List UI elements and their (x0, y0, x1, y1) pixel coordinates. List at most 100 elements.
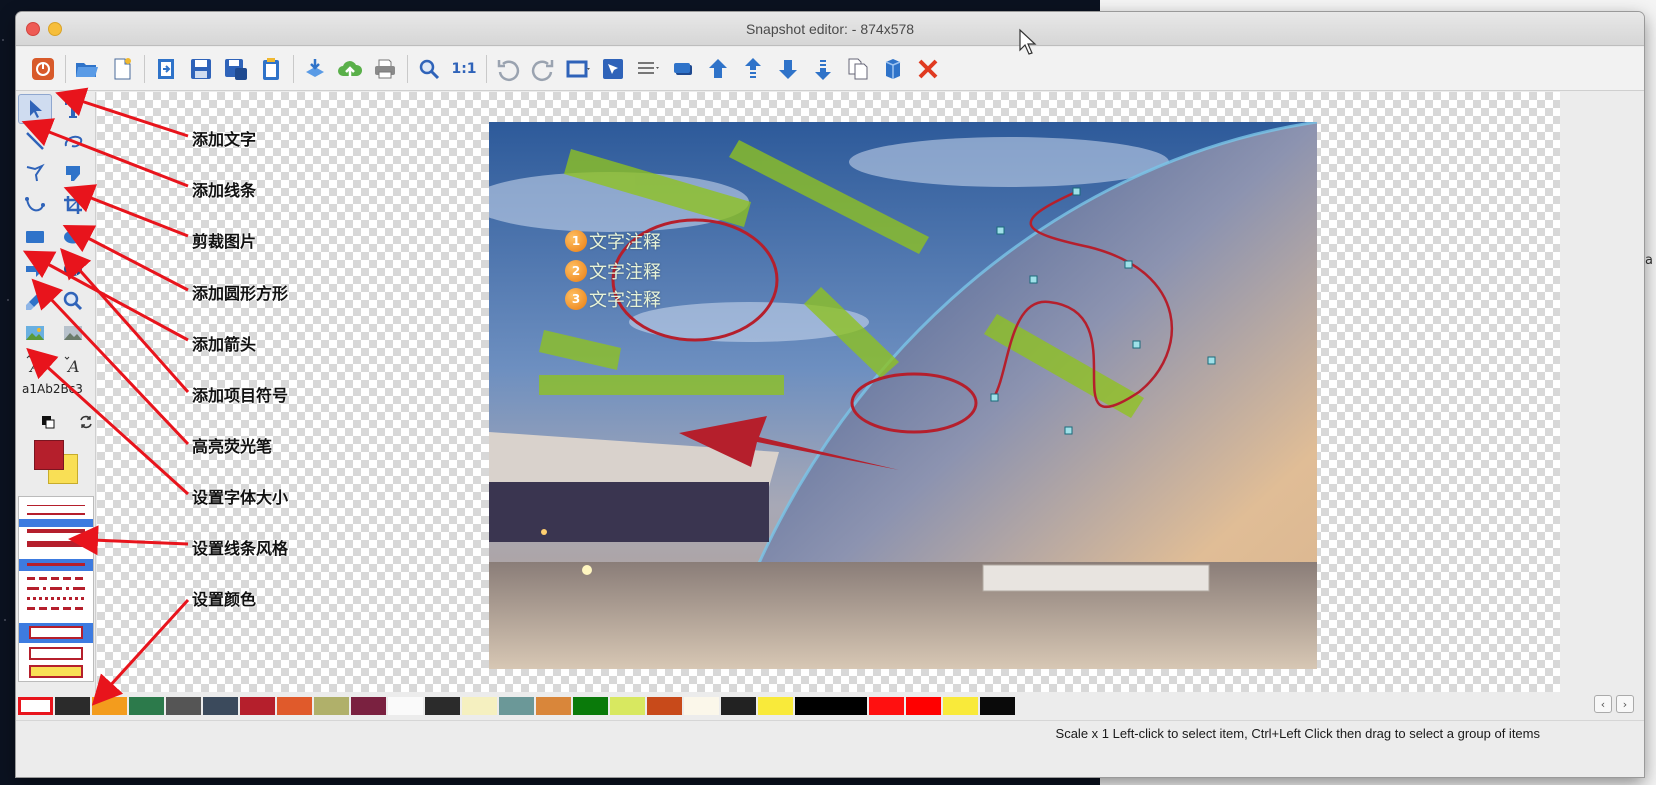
numbered-bullet-tool[interactable] (56, 254, 90, 284)
swap-rotate-icon[interactable] (78, 414, 94, 430)
delete-button[interactable] (911, 52, 945, 86)
rectangle-tool[interactable] (18, 222, 52, 252)
actual-size-button[interactable]: 1:1 (447, 52, 481, 86)
zoom-button[interactable] (412, 52, 446, 86)
select-tool[interactable] (18, 94, 52, 124)
line-width-option[interactable] (27, 513, 85, 515)
line-style-dashed[interactable] (27, 577, 85, 580)
fill-style-outline-selected[interactable] (19, 623, 93, 643)
text-tool[interactable] (56, 94, 90, 124)
select-region-button[interactable] (596, 52, 630, 86)
align-lines-icon (638, 61, 659, 74)
snapshot-image[interactable] (489, 122, 1317, 669)
color-swatch[interactable] (240, 697, 275, 715)
color-swatch[interactable] (499, 697, 534, 715)
redo-icon (531, 59, 554, 81)
ellipse-tool[interactable] (56, 222, 90, 252)
image-tool[interactable] (18, 318, 52, 348)
color-swatch[interactable] (684, 697, 719, 715)
image-blur-tool[interactable] (56, 318, 90, 348)
frame-button[interactable] (561, 52, 595, 86)
swatch-next-button[interactable]: › (1616, 695, 1634, 713)
save-button[interactable] (184, 52, 218, 86)
line-tool[interactable] (18, 126, 52, 156)
line-style-dash-dot[interactable] (27, 587, 85, 590)
fill-style-outline[interactable] (29, 626, 83, 639)
color-swatch[interactable] (277, 697, 312, 715)
line-width-option[interactable] (27, 541, 85, 547)
color-swatch[interactable] (18, 697, 53, 715)
line-style-solid-selected[interactable] (19, 559, 93, 571)
align-button[interactable] (631, 52, 665, 86)
redo-button[interactable] (526, 52, 560, 86)
fill-style-outline-alt[interactable] (29, 647, 83, 660)
print-button[interactable] (368, 52, 402, 86)
font-increase-tool[interactable]: A (18, 350, 52, 380)
line-style-long-dash[interactable] (27, 607, 85, 610)
open-button[interactable] (70, 52, 104, 86)
color-swatch[interactable] (203, 697, 238, 715)
crop-tool[interactable] (56, 190, 90, 220)
color-swatch[interactable] (92, 697, 127, 715)
line-width-options[interactable] (19, 497, 93, 555)
export-button[interactable] (298, 52, 332, 86)
text-t-icon (65, 101, 81, 118)
color-swatch[interactable] (462, 697, 497, 715)
color-swatch[interactable] (721, 697, 756, 715)
main-toolbar: 1:1 (16, 47, 1644, 91)
editor-canvas[interactable] (97, 92, 1560, 692)
import-button[interactable] (149, 52, 183, 86)
color-swatch[interactable] (573, 697, 608, 715)
send-back-button[interactable] (806, 52, 840, 86)
upload-button[interactable] (333, 52, 367, 86)
color-swatch[interactable] (166, 697, 201, 715)
line-style-solid[interactable] (27, 563, 85, 566)
color-swatch[interactable] (906, 697, 941, 715)
color-swatch[interactable] (55, 697, 90, 715)
send-backward-button[interactable] (771, 52, 805, 86)
color-swatch[interactable] (351, 697, 386, 715)
line-style-options[interactable] (19, 573, 93, 621)
logo-button[interactable] (26, 52, 60, 86)
color-swatch[interactable] (610, 697, 645, 715)
polygon-tool[interactable] (56, 158, 90, 188)
clipboard-button[interactable] (254, 52, 288, 86)
color-swatch[interactable] (314, 697, 349, 715)
arrow-tool[interactable] (18, 254, 52, 284)
color-swatch[interactable] (388, 697, 423, 715)
color-swatch[interactable] (758, 697, 793, 715)
color-swatch[interactable] (425, 697, 460, 715)
title-bar[interactable]: Snapshot editor: - 874x578 (16, 12, 1644, 46)
foreground-color-swatch[interactable] (34, 440, 64, 470)
new-button[interactable] (105, 52, 139, 86)
copy-button[interactable] (841, 52, 875, 86)
floppy-disk-multi-icon (225, 58, 247, 80)
swatch-prev-button[interactable]: ‹ (1594, 695, 1612, 713)
copy-pages-icon (848, 58, 868, 79)
color-swatch[interactable] (869, 697, 904, 715)
undo-button[interactable] (491, 52, 525, 86)
bring-forward-button[interactable] (736, 52, 770, 86)
fill-style-filled[interactable] (29, 665, 83, 678)
save-as-button[interactable] (219, 52, 253, 86)
color-swatch[interactable] (943, 697, 978, 715)
line-style-dotted[interactable] (27, 597, 85, 600)
freehand-loop-tool[interactable] (56, 126, 90, 156)
highlighter-tool[interactable] (18, 286, 52, 316)
color-swatch[interactable] (536, 697, 571, 715)
bring-front-button[interactable] (701, 52, 735, 86)
curve-tool[interactable] (18, 190, 52, 220)
color-swatch[interactable] (795, 697, 867, 715)
magnify-tool[interactable] (56, 286, 90, 316)
color-swatch[interactable] (129, 697, 164, 715)
line-width-option[interactable] (27, 505, 85, 506)
font-decrease-tool[interactable]: A (56, 350, 90, 380)
polyline-tool[interactable] (18, 158, 52, 188)
line-width-option-selected[interactable] (19, 519, 93, 527)
line-width-option[interactable] (27, 529, 85, 533)
cube-button[interactable] (876, 52, 910, 86)
color-swap-icon[interactable] (40, 414, 56, 430)
color-swatch[interactable] (980, 697, 1015, 715)
color-swatch[interactable] (647, 697, 682, 715)
shadow-button[interactable] (666, 52, 700, 86)
